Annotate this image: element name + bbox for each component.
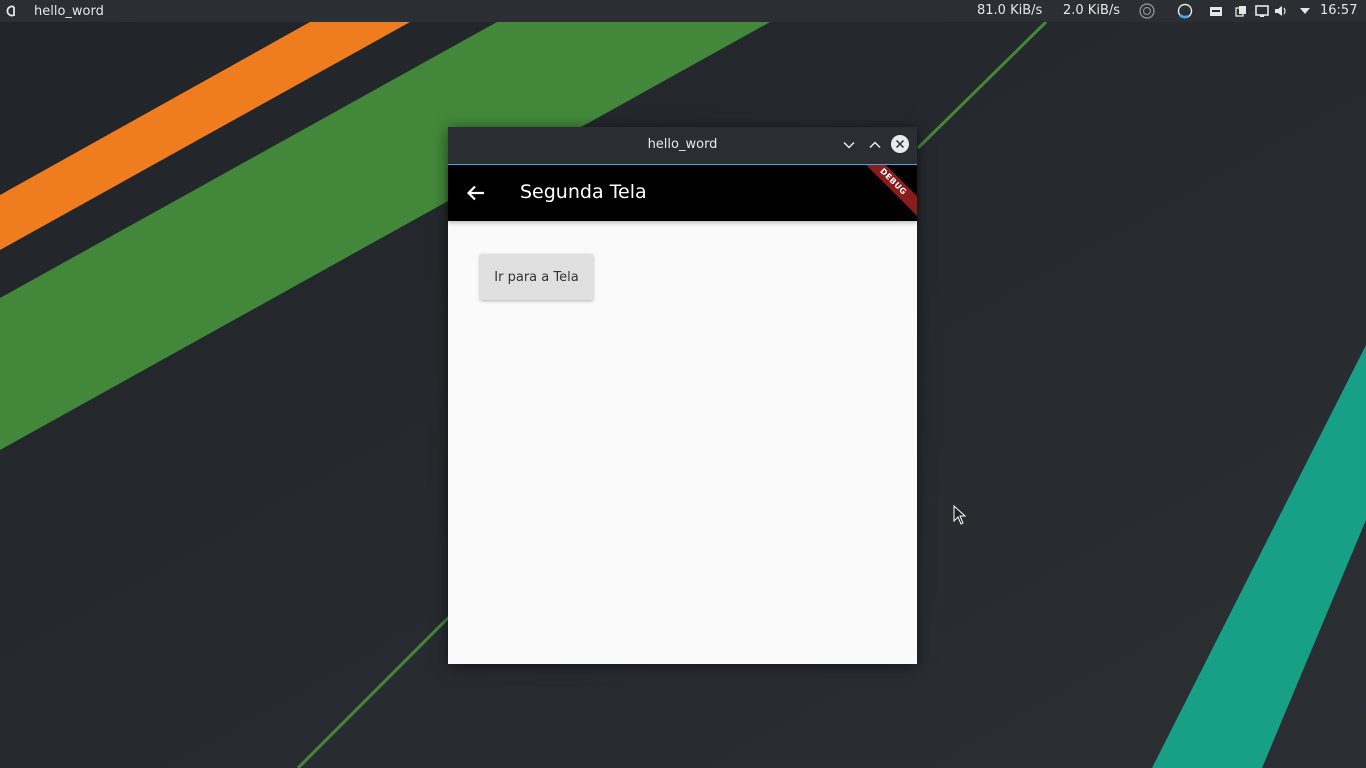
sync-icon[interactable] bbox=[1177, 3, 1193, 19]
network-upload-speed: 2.0 KiB/s bbox=[1063, 3, 1121, 18]
volume-icon[interactable] bbox=[1273, 3, 1289, 19]
tray-expand-icon[interactable] bbox=[1297, 3, 1313, 19]
chevron-up-icon bbox=[869, 141, 881, 149]
panel-clock[interactable]: 16:57 bbox=[1320, 3, 1357, 18]
app-bar: Segunda Tela DEBUG bbox=[448, 165, 917, 221]
storage-icon[interactable] bbox=[1208, 3, 1224, 19]
app-window: hello_word Segunda Tela DEBUG Ir para a … bbox=[448, 127, 917, 664]
go-to-screen-button[interactable]: Ir para a Tela bbox=[480, 254, 593, 300]
page-title: Segunda Tela bbox=[520, 181, 647, 203]
close-icon bbox=[895, 139, 905, 149]
launcher-icon[interactable] bbox=[0, 0, 22, 22]
top-panel: hello_word 81.0 KiB/s 2.0 KiB/s 16:57 bbox=[0, 0, 1366, 22]
active-window-title[interactable]: hello_word bbox=[34, 4, 104, 19]
clipboard-icon[interactable] bbox=[1233, 3, 1249, 19]
network-download-speed: 81.0 KiB/s bbox=[977, 3, 1043, 18]
display-icon[interactable] bbox=[1254, 3, 1270, 19]
chevron-down-icon bbox=[843, 141, 855, 149]
minimize-button[interactable] bbox=[840, 136, 858, 154]
maximize-button[interactable] bbox=[866, 136, 884, 154]
window-titlebar[interactable]: hello_word bbox=[448, 127, 917, 165]
arrow-back-icon bbox=[467, 185, 484, 201]
close-button[interactable] bbox=[891, 135, 909, 153]
back-button[interactable] bbox=[462, 179, 490, 207]
mouse-cursor-icon bbox=[953, 505, 967, 525]
debug-banner: DEBUG bbox=[855, 165, 917, 220]
vpn-icon[interactable] bbox=[1139, 3, 1155, 19]
